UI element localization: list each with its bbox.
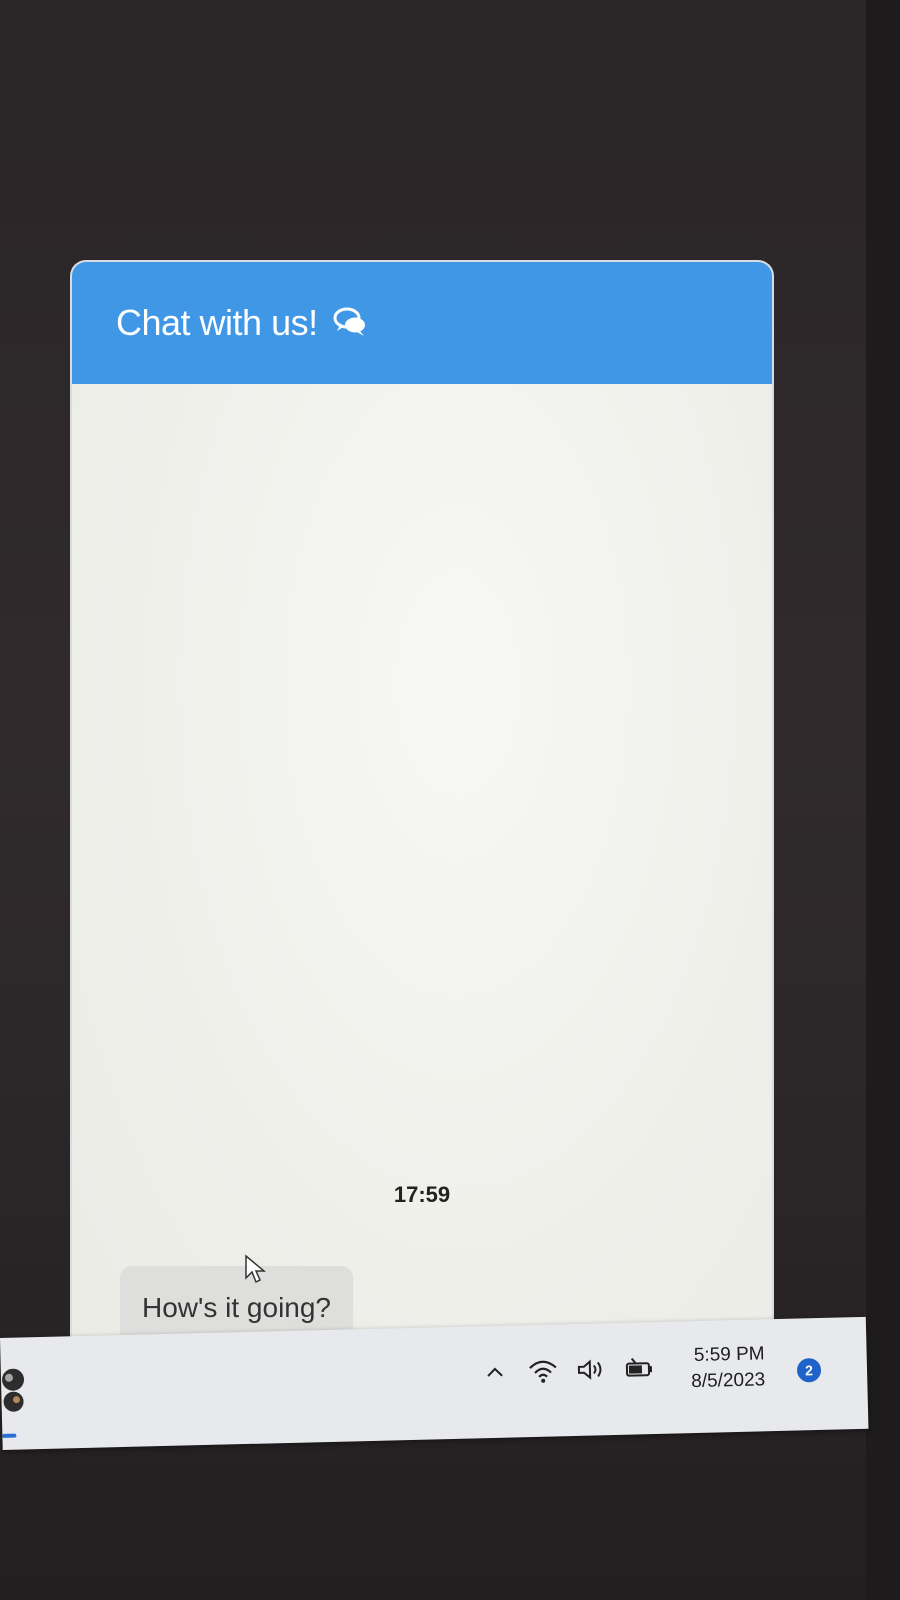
- chat-message-area[interactable]: 17:59 How's it going?: [72, 384, 772, 1382]
- monitor-bezel: [866, 0, 900, 1600]
- clock-date: 8/5/2023: [691, 1369, 766, 1393]
- chevron-up-icon[interactable]: [479, 1356, 512, 1389]
- clock-time: 5:59 PM: [693, 1343, 765, 1367]
- wifi-icon[interactable]: [527, 1354, 560, 1387]
- chat-bubbles-icon: [330, 303, 370, 343]
- message-timestamp: 17:59: [393, 1182, 451, 1207]
- taskbar: 5:59 PM 8/5/2023 2: [0, 1316, 869, 1450]
- taskbar-clock[interactable]: 5:59 PM 8/5/2023: [690, 1341, 765, 1395]
- active-app-indicator: [2, 1433, 17, 1438]
- battery-icon[interactable]: [623, 1352, 656, 1385]
- chat-header: Chat with us!: [72, 262, 772, 384]
- chat-widget: Chat with us! 17:59 How's it going?: [72, 262, 772, 1382]
- mouse-cursor-icon: [245, 1254, 266, 1284]
- chat-title: Chat with us!: [116, 302, 318, 343]
- system-tray: [479, 1352, 672, 1389]
- notification-badge[interactable]: 2: [796, 1357, 822, 1383]
- speaker-icon[interactable]: [575, 1353, 608, 1386]
- app-icon[interactable]: [0, 1365, 32, 1420]
